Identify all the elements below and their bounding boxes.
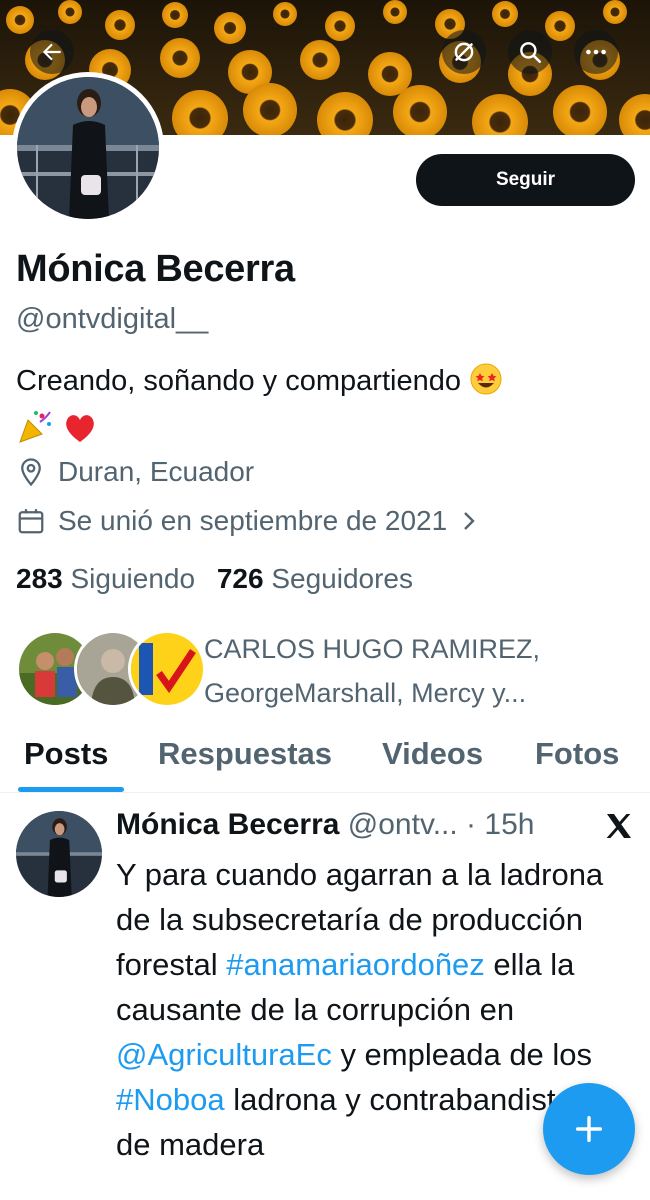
hashtag-link[interactable]: #Noboa <box>116 1082 225 1117</box>
avatar-photo <box>17 77 159 219</box>
followers-link[interactable]: 726 Seguidores <box>217 563 413 594</box>
follower-avatar <box>128 630 206 708</box>
tab-posts[interactable]: Posts <box>24 736 108 772</box>
calendar-icon <box>18 509 44 534</box>
profile-joined[interactable]: Se unió en septiembre de 2021 <box>16 505 493 537</box>
compose-post-button[interactable] <box>543 1083 635 1175</box>
location-pin-icon <box>21 458 41 487</box>
profile-bio: Creando, soñando y compartiendo <box>16 360 636 458</box>
tweet-header: Mónica Becerra @ontv... · 15h <box>116 808 534 842</box>
profile-location: Duran, Ecuador <box>16 456 254 488</box>
followed-by-text[interactable]: CARLOS HUGO RAMIREZ, GeorgeMarshall, Mer… <box>204 627 634 715</box>
tweet-author-name[interactable]: Mónica Becerra <box>116 808 339 841</box>
active-tab-indicator <box>18 787 124 792</box>
profile-avatar[interactable] <box>12 72 164 224</box>
grok-button[interactable] <box>442 30 486 74</box>
party-popper-emoji-icon <box>16 408 54 458</box>
following-count: 283 <box>16 563 63 594</box>
tab-videos[interactable]: Videos <box>382 736 483 772</box>
location-text: Duran, Ecuador <box>58 456 255 487</box>
more-dots-icon <box>586 49 606 55</box>
profile-name: Mónica Becerra <box>16 248 295 290</box>
star-struck-emoji-icon <box>469 362 503 408</box>
search-icon <box>520 42 542 64</box>
red-heart-emoji-icon <box>62 410 98 458</box>
profile-tabs: Posts Respuestas Videos Fotos <box>0 728 650 793</box>
tweet-text[interactable]: Y para cuando agarran a la ladrona de la… <box>116 852 606 1167</box>
tweet-text-part: y empleada de los <box>331 1037 593 1072</box>
followers-you-know-avatars[interactable] <box>16 630 206 708</box>
bio-text: Creando, soñando y compartiendo <box>16 365 461 397</box>
tab-replies[interactable]: Respuestas <box>158 736 332 772</box>
x-logo-icon <box>606 814 631 838</box>
mention-link[interactable]: @AgriculturaEc <box>116 1037 332 1072</box>
hashtag-link[interactable]: #anamariaordoñez <box>226 947 485 982</box>
more-options-button[interactable] <box>574 30 618 74</box>
tweet-author-avatar[interactable] <box>16 811 102 897</box>
followers-count: 726 <box>216 563 264 594</box>
back-button[interactable] <box>30 30 74 74</box>
arrow-left-icon <box>42 43 61 61</box>
follow-button[interactable]: Seguir <box>416 154 635 206</box>
chevron-right-icon <box>464 512 475 530</box>
search-button[interactable] <box>508 30 552 74</box>
following-link[interactable]: 283 Siguiendo <box>16 563 203 594</box>
circle-slash-icon <box>454 42 474 62</box>
followers-label: Seguidores <box>271 563 413 594</box>
profile-handle: @ontvdigital__ <box>16 303 209 335</box>
joined-text: Se unió en septiembre de 2021 <box>58 505 448 536</box>
profile-counts: 283 Siguiendo 726 Seguidores <box>16 563 427 595</box>
tab-photos[interactable]: Fotos <box>535 736 619 772</box>
tweet-handle-time[interactable]: @ontv... · 15h <box>348 808 535 841</box>
following-label: Siguiendo <box>70 563 196 594</box>
avatar-photo <box>16 811 102 897</box>
plus-icon <box>575 1115 603 1143</box>
